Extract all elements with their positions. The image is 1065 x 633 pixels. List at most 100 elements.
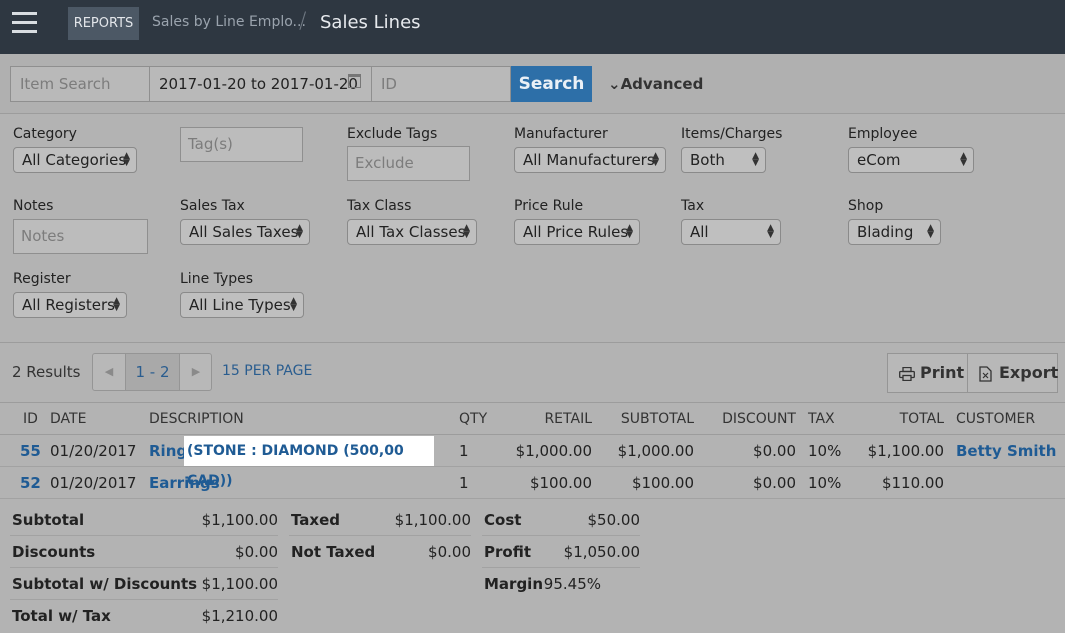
col-qty[interactable]: QTY xyxy=(459,411,487,427)
sales-tax-label: Sales Tax xyxy=(180,198,245,214)
search-button[interactable]: Search xyxy=(511,66,592,102)
summary-divider xyxy=(482,567,640,568)
exclude-tags-input[interactable]: Exclude xyxy=(347,146,470,181)
col-subtotal[interactable]: SUBTOTAL xyxy=(600,411,694,427)
select-arrows-icon: ▲ ▼ xyxy=(626,223,633,240)
filters-panel: Category All Categories ▲ ▼ Tag(s) Exclude… xyxy=(0,115,1065,343)
select-arrows-icon: ▲ ▼ xyxy=(296,223,303,240)
summary-discounts-label: Discounts xyxy=(12,543,96,561)
summary-divider xyxy=(10,599,278,600)
item-search-input[interactable]: Item Search xyxy=(10,66,150,102)
notes-label: Notes xyxy=(13,198,54,214)
row-date: 01/20/2017 xyxy=(50,442,137,460)
select-arrows-icon: ▲ ▼ xyxy=(767,223,774,240)
breadcrumb-parent[interactable]: Sales by Line Emplo... xyxy=(152,14,306,30)
export-label: Export xyxy=(999,363,1059,382)
col-discount[interactable]: DISCOUNT xyxy=(700,411,796,427)
current-page[interactable]: 1 - 2 xyxy=(126,354,179,390)
search-row: Item Search 2017-01-20 to 2017-01-20 ID … xyxy=(0,54,1065,114)
breadcrumb-reports[interactable]: REPORTS xyxy=(68,7,139,40)
employee-value: eCom xyxy=(857,151,901,169)
col-total[interactable]: TOTAL xyxy=(850,411,944,427)
price-rule-label: Price Rule xyxy=(514,198,584,214)
summary-taxed-value: $1,100.00 xyxy=(394,511,471,529)
summary-divider xyxy=(10,567,278,568)
summary-profit-label: Profit xyxy=(484,543,531,561)
calendar-icon[interactable] xyxy=(348,74,361,88)
advanced-toggle[interactable]: ⌄Advanced xyxy=(608,75,703,93)
row-retail: $100.00 xyxy=(529,474,592,492)
table-row: 55 01/20/2017 Ring (STONE : DIAMOND (500… xyxy=(0,435,1065,489)
summary-total-tax-value: $1,210.00 xyxy=(201,607,278,625)
prev-page-icon[interactable]: ◀ xyxy=(93,354,126,390)
row-description-link[interactable]: Earrings xyxy=(149,474,220,492)
col-date[interactable]: DATE xyxy=(50,411,86,427)
col-tax[interactable]: TAX xyxy=(808,411,835,427)
notes-input[interactable]: Notes xyxy=(13,219,148,254)
breadcrumb-separator: / xyxy=(299,9,307,34)
summary-divider xyxy=(289,535,471,536)
print-button[interactable]: Print xyxy=(887,353,968,393)
employee-select[interactable]: eCom ▲ ▼ xyxy=(848,147,974,173)
summary-profit-value: $1,050.00 xyxy=(563,543,640,561)
tags-input[interactable]: Tag(s) xyxy=(180,127,303,162)
manufacturer-value: All Manufacturers xyxy=(523,151,655,169)
row-customer-link[interactable]: Betty Smith xyxy=(956,442,1056,460)
advanced-label: Advanced xyxy=(620,75,704,93)
line-types-select[interactable]: All Line Types ▲ ▼ xyxy=(180,292,304,318)
items-charges-select[interactable]: Both ▲ ▼ xyxy=(681,147,766,173)
print-label: Print xyxy=(920,363,965,382)
tax-class-select[interactable]: All Tax Classes ▲ ▼ xyxy=(347,219,477,245)
category-select[interactable]: All Categories ▲ ▼ xyxy=(13,147,137,173)
row-total: $110.00 xyxy=(881,474,944,492)
shop-value: Blading xyxy=(857,223,914,241)
next-page-icon[interactable]: ▶ xyxy=(179,354,212,390)
row-description-link[interactable]: Ring xyxy=(149,442,187,460)
register-label: Register xyxy=(13,271,71,287)
summary-subtotal-discounts-value: $1,100.00 xyxy=(201,575,278,593)
select-arrows-icon: ▲ ▼ xyxy=(290,296,297,313)
id-input[interactable]: ID xyxy=(371,66,511,102)
select-arrows-icon: ▲ ▼ xyxy=(927,223,934,240)
export-file-icon xyxy=(979,366,992,382)
hamburger-icon[interactable] xyxy=(0,0,50,54)
select-arrows-icon: ▲ ▼ xyxy=(752,151,759,168)
select-arrows-icon: ▲ ▼ xyxy=(652,151,659,168)
shop-select[interactable]: Blading ▲ ▼ xyxy=(848,219,941,245)
manufacturer-select[interactable]: All Manufacturers ▲ ▼ xyxy=(514,147,666,173)
page-title: Sales Lines xyxy=(320,12,421,33)
row-id-link[interactable]: 52 xyxy=(20,474,41,492)
summary-margin-value: 95.45% xyxy=(543,575,601,593)
col-retail[interactable]: RETAIL xyxy=(500,411,592,427)
tax-select[interactable]: All ▲ ▼ xyxy=(681,219,781,245)
row-subtotal: $1,000.00 xyxy=(617,442,694,460)
row-qty: 1 xyxy=(459,442,469,460)
row-description-detail: (STONE : DIAMOND (500,00 CAD)) xyxy=(184,436,434,489)
row-retail: $1,000.00 xyxy=(515,442,592,460)
export-button[interactable]: Export xyxy=(967,353,1058,393)
col-id[interactable]: ID xyxy=(23,411,38,427)
tax-value: All xyxy=(690,223,709,241)
register-select[interactable]: All Registers ▲ ▼ xyxy=(13,292,127,318)
summary-cost-label: Cost xyxy=(484,511,522,529)
summary-panel: Subtotal $1,100.00 Discounts $0.00 Subto… xyxy=(0,500,1065,633)
per-page-link[interactable]: 15 PER PAGE xyxy=(222,363,312,379)
col-customer[interactable]: CUSTOMER xyxy=(956,411,1035,427)
date-range-input[interactable]: 2017-01-20 to 2017-01-20 xyxy=(149,66,372,102)
items-charges-label: Items/Charges xyxy=(681,126,783,142)
tax-class-value: All Tax Classes xyxy=(356,223,466,241)
category-value: All Categories xyxy=(22,151,127,169)
sales-tax-select[interactable]: All Sales Taxes ▲ ▼ xyxy=(180,219,310,245)
summary-not-taxed-value: $0.00 xyxy=(428,543,471,561)
pagination: ◀ 1 - 2 ▶ xyxy=(92,353,212,391)
row-discount: $0.00 xyxy=(753,442,796,460)
line-types-label: Line Types xyxy=(180,271,254,287)
tax-label: Tax xyxy=(681,198,705,214)
row-id-link[interactable]: 55 xyxy=(20,442,41,460)
col-description[interactable]: DESCRIPTION xyxy=(149,411,244,427)
shop-label: Shop xyxy=(848,198,884,214)
summary-cost-value: $50.00 xyxy=(587,511,641,529)
select-arrows-icon: ▲ ▼ xyxy=(113,296,120,313)
results-bar: 2 Results ◀ 1 - 2 ▶ 15 PER PAGE Print Ex… xyxy=(0,343,1065,403)
price-rule-select[interactable]: All Price Rules ▲ ▼ xyxy=(514,219,640,245)
